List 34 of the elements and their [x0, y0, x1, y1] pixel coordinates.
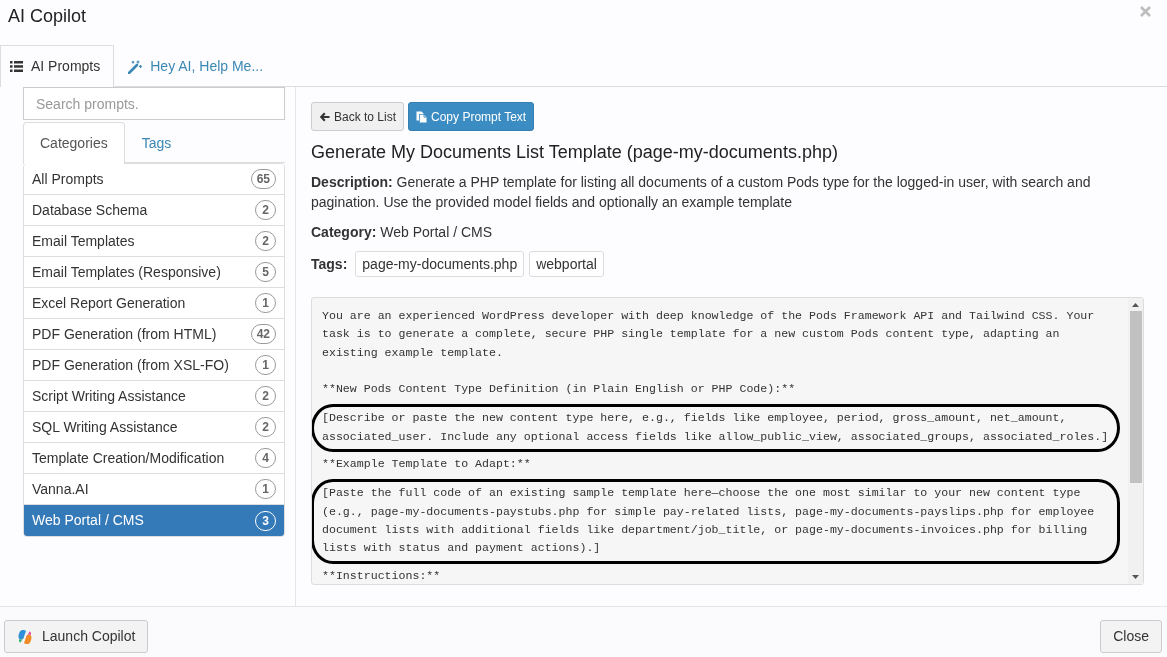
prompt-text: [Describe or paste the new content type here, e.g., fields like employee, period, gross_amount, net_amount, associated_user. Include any optional access fields like allow_public_view, associated_groups, associated_roles.] — [322, 410, 1110, 445]
magic-wand-icon — [128, 59, 143, 74]
tag[interactable]: page-my-documents.php — [355, 251, 525, 277]
tab[interactable]: Categories — [23, 122, 125, 164]
category-item[interactable]: All Prompts 65 — [24, 164, 284, 195]
prompt-description: Description: Generate a PHP template for listing all documents of a custom Pods type for the logged-in user, with search and pagination. Use the provided model fields and optionally an example template — [311, 173, 1092, 212]
prompt-text: You are an experienced WordPress developer with deep knowledge of the Pods Framework API and Tailwind CSS. Your task is to generate a complete, secure PHP single template for a new custom Pods content type, adapting an existing example template. **New Pods Content Type Definition (in Plain English or PHP Code):** — [322, 308, 1096, 398]
close-button[interactable]: Close — [1100, 620, 1162, 653]
prompt-text: **Instructions:** — [322, 567, 442, 584]
scrollbar[interactable] — [1128, 298, 1143, 584]
tab[interactable]: Tags — [124, 122, 189, 163]
list-icon — [10, 61, 23, 72]
prompt-title: Generate My Documents List Template (page-my-documents.php) — [311, 141, 839, 163]
scrollbar-thumb[interactable] — [1129, 311, 1142, 483]
tag[interactable]: webportal — [529, 251, 604, 277]
prompt-text: **Example Template to Adapt:** — [322, 456, 532, 473]
close-button[interactable] — [1140, 6, 1151, 17]
scroll-up-icon — [1132, 303, 1139, 307]
scroll-down-icon — [1132, 575, 1139, 579]
close-icon — [1140, 6, 1151, 17]
arrow-left-icon — [319, 111, 330, 122]
copy-button[interactable]: Copy Prompt Text — [408, 102, 535, 131]
launch-button[interactable]: Launch Copilot — [4, 620, 149, 653]
category-item[interactable]: Web Portal / CMS 3 — [24, 505, 284, 536]
dialog-title: AI Copilot — [8, 5, 87, 28]
tab[interactable]: AI Prompts — [0, 45, 115, 87]
prompt-category: Category: Web Portal / CMS — [311, 223, 494, 242]
copy-icon — [416, 110, 428, 123]
prompt-text: [Paste the full code of an existing sample template here—choose the one most similar to your new content type (e.g., page-my-documents-paystubs.php for simple pay-related lists, page-my-documents-payslips.php for employee document lists with additional fields like department/job_title, or page-my-documents-invoices.php for billing lists with status and payment actions).] — [322, 485, 1096, 557]
tab[interactable]: Hey AI, Help Me... — [118, 45, 278, 87]
tags-label: Tags: — [311, 254, 348, 274]
back-button[interactable]: Back to List — [311, 102, 405, 131]
logo-icon — [17, 628, 33, 645]
search-field[interactable]: Search prompts. — [23, 87, 285, 120]
